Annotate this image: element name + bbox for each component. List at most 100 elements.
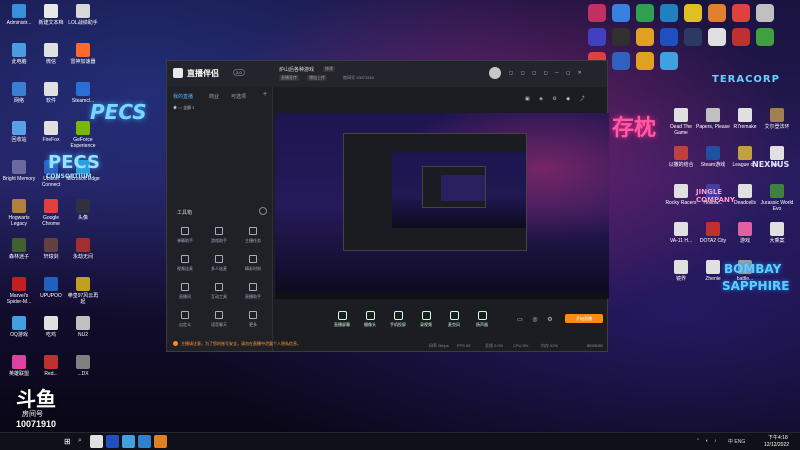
desktop-icon-left[interactable]: 雷神加速器 bbox=[66, 43, 100, 65]
tool-item[interactable]: 弹幕助手 bbox=[173, 227, 197, 244]
desktop-icon-left[interactable]: Marvel's Spider-M... bbox=[2, 277, 36, 305]
clock-date[interactable]: 12/12/2022 bbox=[764, 442, 789, 448]
desktop-icon-left[interactable]: 拳皇97风云再起 bbox=[66, 277, 100, 305]
tray-app-icon[interactable] bbox=[636, 4, 654, 22]
tool-item[interactable]: 互动工具 bbox=[207, 283, 231, 300]
toolbar-icons[interactable]: ▣ ◈ ⚙ ◆ ⤴ bbox=[525, 95, 588, 102]
desktop-icon-right[interactable]: 大乘案 bbox=[760, 222, 794, 244]
desktop-icon-right[interactable]: Rocky Racers bbox=[664, 184, 698, 206]
desktop-icon-right[interactable]: Dead The Game bbox=[664, 108, 698, 136]
desktop-icon-left[interactable]: OQ游戏 bbox=[2, 316, 36, 338]
tray-app-icon[interactable] bbox=[636, 28, 654, 46]
tab-my-live[interactable]: 我的直播 bbox=[173, 93, 193, 100]
tray-app-icon[interactable] bbox=[684, 28, 702, 46]
tray-app-icon[interactable] bbox=[708, 4, 726, 22]
desktop-icon-left[interactable]: 吃鸡 bbox=[34, 316, 68, 338]
taskbar-app-icon[interactable] bbox=[138, 435, 151, 448]
bottom-tool-item[interactable]: 手机投屏 bbox=[387, 311, 409, 328]
desktop-icon-left[interactable]: 英雄联盟 bbox=[2, 355, 36, 377]
tray-app-icon[interactable] bbox=[660, 4, 678, 22]
tray-app-icon[interactable] bbox=[660, 52, 678, 70]
desktop-icon-right[interactable]: Papers, Please bbox=[696, 108, 730, 130]
desktop-icon-left[interactable]: Bright Memory bbox=[2, 160, 36, 182]
tray-app-icon[interactable] bbox=[588, 28, 606, 46]
start-button[interactable]: ⊞ bbox=[64, 437, 71, 446]
tool-item[interactable]: 多人连麦 bbox=[207, 255, 231, 272]
tool-item[interactable]: 语音聊天 bbox=[207, 311, 231, 328]
desktop-icon-left[interactable]: 网络 bbox=[2, 82, 36, 104]
clock-time[interactable]: 下午4:18 bbox=[768, 434, 788, 441]
tray-app-icon[interactable] bbox=[612, 28, 630, 46]
taskbar-app-icon[interactable] bbox=[154, 435, 167, 448]
add-scene-icon[interactable]: + bbox=[263, 91, 267, 98]
desktop-icon-right[interactable]: 以撒的结合 bbox=[664, 146, 698, 168]
desktop-icon-right[interactable]: Steam游戏 bbox=[696, 146, 730, 168]
tool-item[interactable]: 直播间 bbox=[173, 283, 197, 300]
desktop-icon-left[interactable]: Administr... bbox=[2, 4, 36, 26]
edit-title-button[interactable]: 修改 bbox=[323, 66, 335, 72]
bottom-tool-item[interactable]: 扬声器 bbox=[471, 311, 493, 328]
tray-app-icon[interactable] bbox=[636, 52, 654, 70]
tray-app-icon[interactable] bbox=[756, 4, 774, 22]
taskbar-app-icon[interactable] bbox=[90, 435, 103, 448]
desktop-icon-left[interactable]: 微信 bbox=[34, 43, 68, 65]
desktop-icon-right[interactable]: 镜界 bbox=[664, 260, 698, 282]
tool-item[interactable]: 视频连麦 bbox=[173, 255, 197, 272]
camera-settings-icon[interactable]: ▭ ◎ ⚙ bbox=[517, 316, 557, 323]
bottom-tool-item[interactable]: 录视频 bbox=[415, 311, 437, 328]
tray-app-icon[interactable] bbox=[684, 4, 702, 22]
desktop-icon-left[interactable]: GeForce Experience bbox=[66, 121, 100, 149]
taskbar-tray-icons[interactable]: ⌃ ◐ ♪ bbox=[696, 438, 719, 444]
desktop-icon-right[interactable]: DOTA2 City bbox=[696, 222, 730, 244]
desktop-icon-left[interactable]: NU2 bbox=[66, 316, 100, 338]
desktop-icon-left[interactable]: 新建文本档 bbox=[34, 4, 68, 26]
tray-app-icon[interactable] bbox=[708, 28, 726, 46]
tools-more-icon[interactable] bbox=[259, 207, 267, 215]
desktop-icon-left[interactable]: Red... bbox=[34, 355, 68, 377]
tray-app-icon[interactable] bbox=[756, 28, 774, 46]
tool-item[interactable]: 更多 bbox=[241, 311, 265, 328]
desktop-icon-left[interactable]: 软件 bbox=[34, 82, 68, 104]
tray-app-icon[interactable] bbox=[732, 4, 750, 22]
input-method[interactable]: 中 ENG bbox=[728, 438, 745, 445]
tab-options[interactable]: 可选项 bbox=[231, 93, 246, 100]
window-controls[interactable]: ◻ ◻ ◻ ◻ ─ ◻ ✕ bbox=[509, 70, 585, 76]
tool-item[interactable]: 游戏助手 bbox=[207, 227, 231, 244]
desktop-icon-left[interactable]: ...DX bbox=[66, 355, 100, 377]
tray-app-icon[interactable] bbox=[588, 4, 606, 22]
desktop-icon-left[interactable]: 此电脑 bbox=[2, 43, 36, 65]
desktop-icon-left[interactable]: Google Chrome bbox=[34, 199, 68, 227]
desktop-icon-left[interactable]: 轩辕剑 bbox=[34, 238, 68, 260]
desktop-icon-left[interactable]: FireFox bbox=[34, 121, 68, 143]
desktop-icon-right[interactable]: 游戏 bbox=[728, 222, 762, 244]
taskbar-app-icon[interactable] bbox=[122, 435, 135, 448]
tab-business[interactable]: 商业 bbox=[209, 93, 219, 100]
tool-item[interactable]: 自定义 bbox=[173, 311, 197, 328]
stream-tag-1[interactable]: 直播宣传 bbox=[279, 75, 299, 81]
bottom-tool-item[interactable]: 摄像头 bbox=[359, 311, 381, 328]
desktop-icon-left[interactable]: 森林迷子 bbox=[2, 238, 36, 260]
scene-item[interactable]: ◉ ▫ ▫ 全屏 1 bbox=[173, 105, 195, 111]
desktop-icon-right[interactable]: R7remake bbox=[728, 108, 762, 130]
desktop-icon-left[interactable]: UPUPOO bbox=[34, 277, 68, 299]
bottom-tool-item[interactable]: 麦克风 bbox=[443, 311, 465, 328]
desktop-icon-right[interactable]: VA-11 H... bbox=[664, 222, 698, 244]
start-live-button[interactable]: 开始直播 bbox=[565, 314, 603, 323]
tray-app-icon[interactable] bbox=[612, 4, 630, 22]
desktop-icon-left[interactable]: 回收站 bbox=[2, 121, 36, 143]
user-avatar[interactable] bbox=[489, 67, 501, 79]
desktop-icon-left[interactable]: 永劫无间 bbox=[66, 238, 100, 260]
tray-app-icon[interactable] bbox=[612, 52, 630, 70]
tool-item[interactable]: 精彩时刻 bbox=[241, 255, 265, 272]
desktop-icon-right[interactable]: 艾尔登法环 bbox=[760, 108, 794, 130]
stream-tag-2[interactable]: 增加上传 bbox=[307, 75, 327, 81]
desktop-icon-left[interactable]: Hogwarts Legacy bbox=[2, 199, 36, 227]
desktop-icon-left[interactable]: LOL战绩助手 bbox=[66, 4, 100, 26]
tray-app-icon[interactable] bbox=[732, 28, 750, 46]
taskbar-app-icon[interactable] bbox=[106, 435, 119, 448]
desktop-icon-left[interactable]: 头像 bbox=[66, 199, 100, 221]
tool-item[interactable]: 直播助手 bbox=[241, 283, 265, 300]
bottom-tool-item[interactable]: 直播屏幕 bbox=[331, 311, 353, 328]
desktop-icon-right[interactable]: Jurassic World Evo bbox=[760, 184, 794, 212]
tray-app-icon[interactable] bbox=[660, 28, 678, 46]
